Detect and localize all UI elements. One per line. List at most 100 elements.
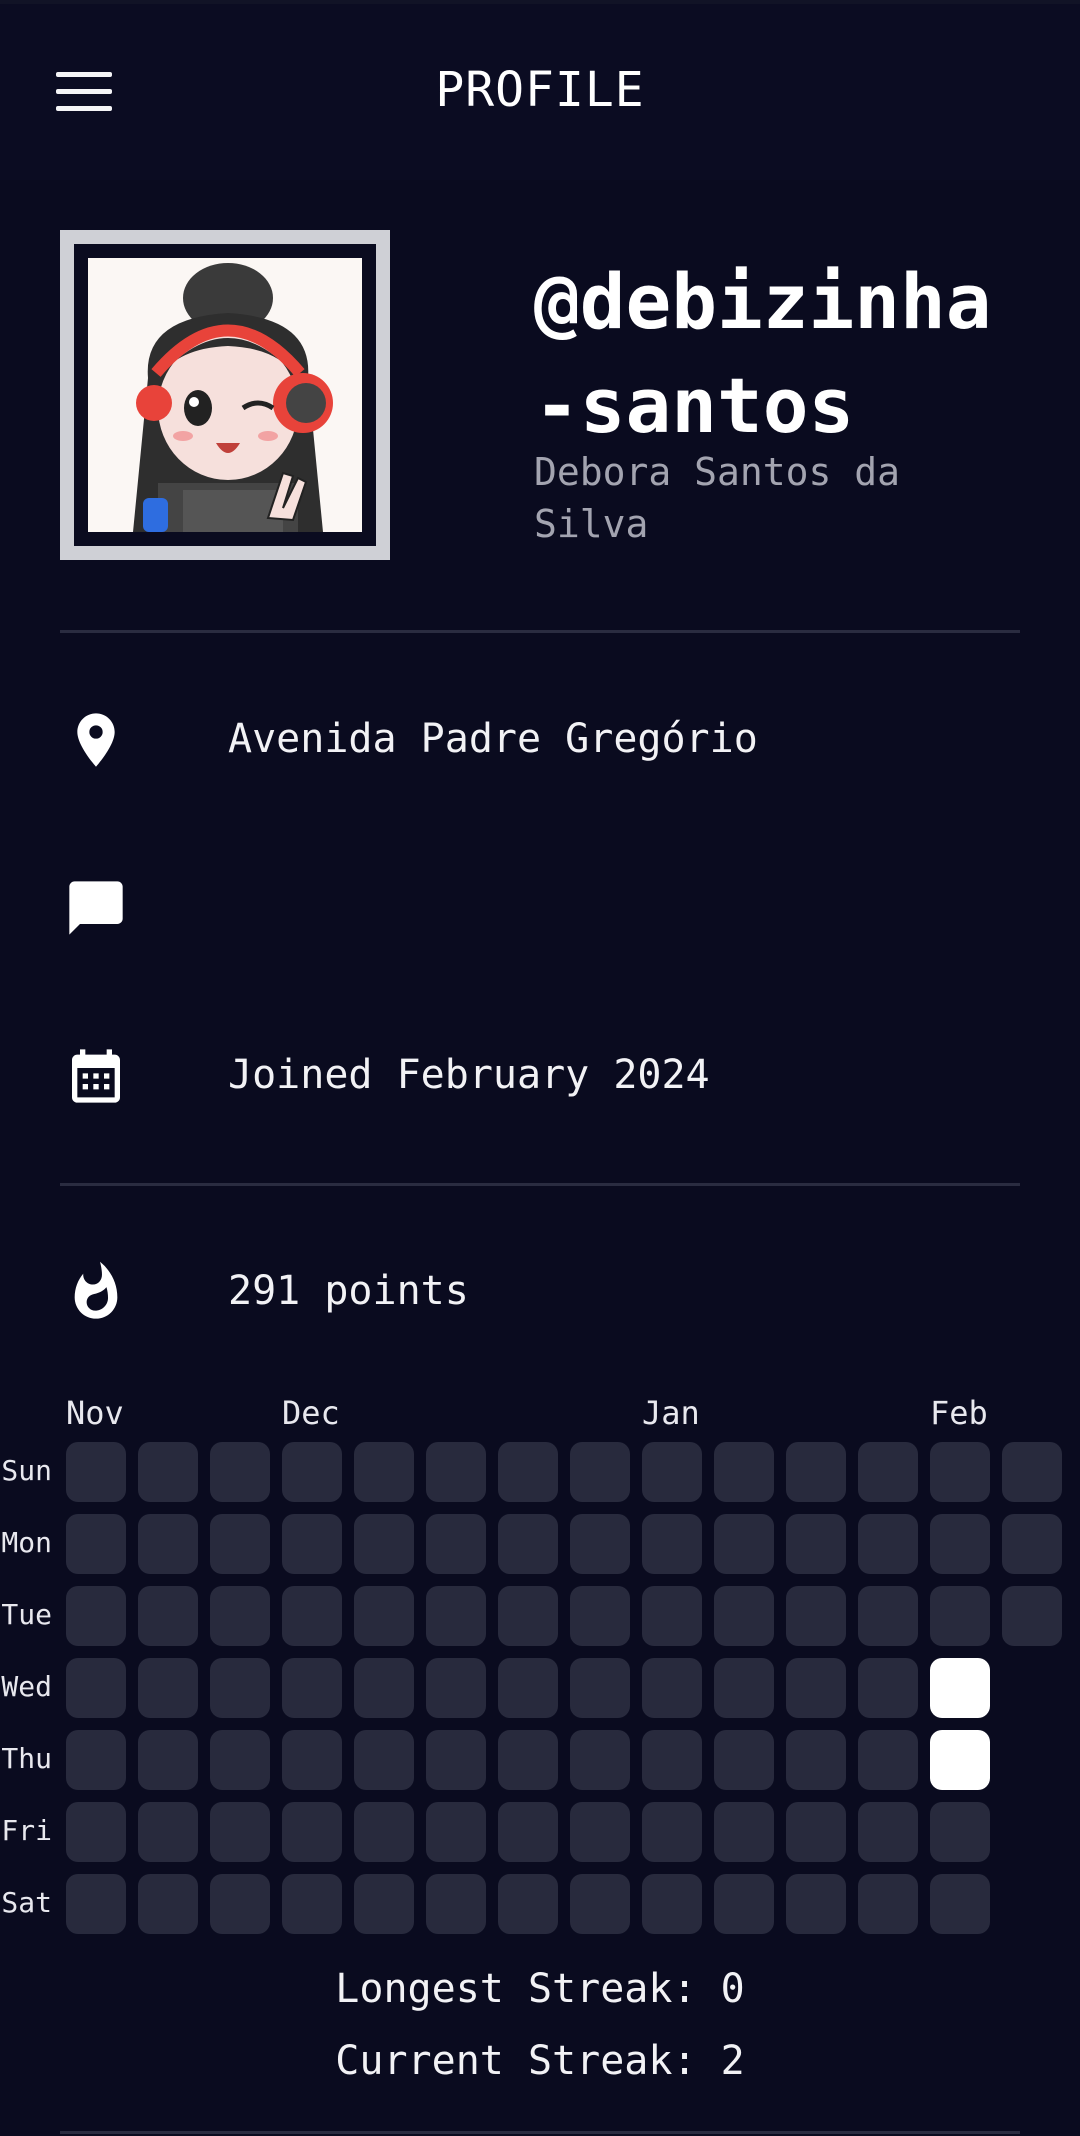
- activity-cell: [426, 1514, 486, 1574]
- activity-cell: [66, 1802, 126, 1862]
- activity-cell: [714, 1802, 774, 1862]
- activity-cell: [570, 1658, 630, 1718]
- activity-cell: [930, 1586, 990, 1646]
- activity-cell: [714, 1442, 774, 1502]
- activity-cell: [66, 1874, 126, 1934]
- activity-cell: [570, 1730, 630, 1790]
- activity-cell: [642, 1514, 702, 1574]
- activity-cell: [498, 1802, 558, 1862]
- activity-cell: [1002, 1442, 1062, 1502]
- activity-cell: [930, 1730, 990, 1790]
- activity-cell: [1002, 1586, 1062, 1646]
- activity-cell: [498, 1586, 558, 1646]
- activity-cell: [570, 1586, 630, 1646]
- activity-cell: [786, 1874, 846, 1934]
- day-label: Thu: [1, 1742, 52, 1775]
- activity-cell: [282, 1586, 342, 1646]
- activity-cell: [642, 1874, 702, 1934]
- activity-cell: [714, 1874, 774, 1934]
- longest-streak: Longest Streak: 0: [335, 1966, 745, 2012]
- activity-cell: [498, 1874, 558, 1934]
- activity-cell: [642, 1442, 702, 1502]
- activity-cell: [138, 1442, 198, 1502]
- activity-cell: [858, 1514, 918, 1574]
- full-name: Debora Santos da Silva: [534, 450, 901, 546]
- activity-cell: [138, 1730, 198, 1790]
- avatar: [60, 230, 390, 560]
- activity-cell: [426, 1874, 486, 1934]
- day-label: Tue: [1, 1598, 52, 1631]
- activity-cell: [714, 1658, 774, 1718]
- activity-cell: [714, 1586, 774, 1646]
- activity-cell: [858, 1658, 918, 1718]
- username: @debizinha-santos: [534, 257, 992, 450]
- activity-cell: [138, 1658, 198, 1718]
- month-label: Nov: [66, 1394, 124, 1432]
- day-label: Sun: [1, 1454, 52, 1487]
- month-label: Feb: [930, 1394, 988, 1432]
- month-label: Jan: [642, 1394, 700, 1432]
- activity-cell: [66, 1442, 126, 1502]
- activity-cell: [426, 1442, 486, 1502]
- activity-cell: [426, 1658, 486, 1718]
- activity-cell: [858, 1730, 918, 1790]
- activity-cell: [570, 1874, 630, 1934]
- activity-cell: [930, 1442, 990, 1502]
- activity-cell: [930, 1802, 990, 1862]
- day-label: Sat: [1, 1886, 52, 1919]
- activity-cell: [426, 1586, 486, 1646]
- activity-cell: [210, 1802, 270, 1862]
- activity-cell: [282, 1730, 342, 1790]
- activity-cell: [282, 1514, 342, 1574]
- activity-cell: [210, 1658, 270, 1718]
- activity-cell: [498, 1658, 558, 1718]
- activity-cell: [858, 1586, 918, 1646]
- activity-cell: [930, 1658, 990, 1718]
- activity-cell: [354, 1586, 414, 1646]
- activity-cell: [570, 1442, 630, 1502]
- activity-cell: [210, 1514, 270, 1574]
- activity-cell: [66, 1514, 126, 1574]
- app-bar: PROFILE: [0, 0, 1080, 180]
- activity-cell: [1002, 1514, 1062, 1574]
- activity-cell: [138, 1802, 198, 1862]
- points-text: 291 points: [228, 1268, 469, 1314]
- activity-cell: [498, 1442, 558, 1502]
- activity-cell: [138, 1874, 198, 1934]
- flame-icon: [74, 1261, 118, 1319]
- activity-cell: [354, 1802, 414, 1862]
- activity-cell: [138, 1586, 198, 1646]
- activity-cell: [570, 1802, 630, 1862]
- activity-cell: [354, 1442, 414, 1502]
- activity-cell: [282, 1658, 342, 1718]
- current-streak: Current Streak: 2: [335, 2038, 745, 2084]
- activity-cell: [354, 1874, 414, 1934]
- activity-cell: [786, 1586, 846, 1646]
- activity-cell: [642, 1658, 702, 1718]
- activity-cell: [282, 1874, 342, 1934]
- activity-cell: [930, 1874, 990, 1934]
- activity-cell: [498, 1730, 558, 1790]
- activity-cell: [642, 1730, 702, 1790]
- activity-cell: [282, 1442, 342, 1502]
- activity-cell: [858, 1802, 918, 1862]
- activity-cell: [354, 1730, 414, 1790]
- divider: [60, 1183, 1020, 1186]
- month-label: Dec: [282, 1394, 340, 1432]
- activity-cell: [642, 1802, 702, 1862]
- divider: [60, 2131, 1020, 2134]
- activity-cell: [786, 1802, 846, 1862]
- activity-cell: [210, 1586, 270, 1646]
- activity-cell: [714, 1730, 774, 1790]
- activity-cell: [210, 1730, 270, 1790]
- activity-cell: [498, 1514, 558, 1574]
- activity-cell: [66, 1586, 126, 1646]
- page-title: PROFILE: [435, 62, 645, 118]
- day-label: Fri: [1, 1814, 52, 1847]
- activity-cell: [930, 1514, 990, 1574]
- activity-cell: [210, 1442, 270, 1502]
- avatar-image: [88, 258, 362, 532]
- activity-cell: [66, 1730, 126, 1790]
- activity-cell: [210, 1874, 270, 1934]
- activity-cell: [714, 1514, 774, 1574]
